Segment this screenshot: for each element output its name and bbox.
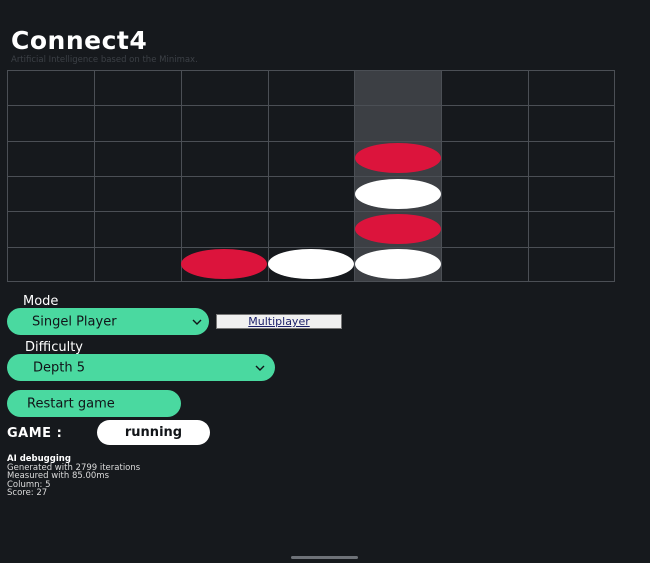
board-column-2[interactable] [94, 70, 181, 282]
difficulty-select[interactable]: Depth 5 [7, 354, 275, 381]
mode-select-value: Singel Player [32, 314, 117, 329]
restart-game-label: Restart game [27, 396, 115, 411]
ai-debug-panel: AI debugging Generated with 2799 iterati… [7, 455, 140, 498]
game-board[interactable] [7, 70, 615, 282]
difficulty-label: Difficulty [25, 340, 83, 355]
ai-debug-score: Score: 27 [7, 488, 48, 498]
mode-select[interactable]: Singel Player [7, 308, 209, 335]
game-status-label: GAME : [7, 426, 63, 441]
board-column-1[interactable] [7, 70, 94, 282]
board-column-5[interactable] [354, 70, 441, 282]
mode-label: Mode [23, 294, 59, 309]
app-title: Connect4 [11, 26, 148, 55]
difficulty-select-value: Depth 5 [33, 360, 85, 375]
multiplayer-button[interactable]: Multiplayer [216, 314, 342, 329]
home-indicator[interactable] [291, 556, 358, 559]
board-column-7[interactable] [528, 70, 615, 282]
board-column-6[interactable] [441, 70, 528, 282]
board-column-3[interactable] [181, 70, 268, 282]
game-status-badge: running [97, 420, 210, 445]
board-column-4[interactable] [268, 70, 355, 282]
chevron-down-icon [192, 319, 202, 325]
chevron-down-icon [255, 365, 265, 371]
app-subtitle: Artificial Intelligence based on the Min… [11, 55, 198, 65]
restart-game-button[interactable]: Restart game [7, 390, 181, 417]
